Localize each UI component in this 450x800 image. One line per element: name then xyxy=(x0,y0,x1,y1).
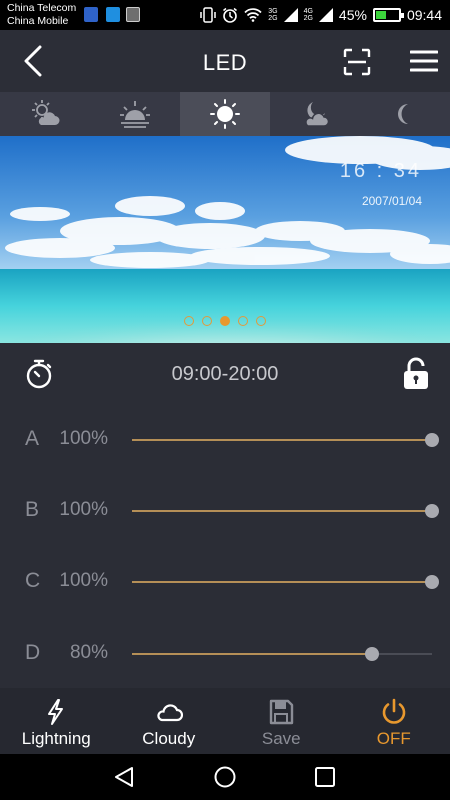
network-type-2-bottom: 2G xyxy=(303,15,313,22)
wifi-icon xyxy=(244,8,262,22)
cloudy-label: Cloudy xyxy=(142,729,196,748)
page-title: LED xyxy=(202,50,248,75)
home-circle-icon[interactable] xyxy=(213,765,237,789)
battery-percent: 45% xyxy=(338,7,367,23)
moon-icon xyxy=(398,104,408,124)
channel-d-row: D 80% xyxy=(0,634,450,674)
cloud-icon xyxy=(157,704,183,722)
signal-icon-1 xyxy=(283,8,298,22)
carrier-info: China Telecom China Mobile xyxy=(7,2,76,28)
schedule-row: 09:00-20:00 xyxy=(0,343,450,405)
app-bar: LED xyxy=(0,30,450,92)
power-icon xyxy=(382,698,405,724)
channel-c-value: 100% xyxy=(59,570,108,591)
page-indicator xyxy=(0,316,450,326)
status-clock: 09:44 xyxy=(406,7,442,23)
alarm-icon xyxy=(223,7,238,23)
channel-a-slider[interactable] xyxy=(132,433,439,447)
save-button[interactable]: Save xyxy=(225,688,338,754)
network-type-1-top: 3G xyxy=(268,8,278,15)
status-icons: 3G 2G 4G 2G 45% 09:44 xyxy=(200,0,442,30)
page-dot[interactable] xyxy=(184,316,194,326)
unlock-icon[interactable] xyxy=(402,357,430,391)
scene-image[interactable]: 16 : 34 2007/01/04 xyxy=(0,136,450,343)
page-dot[interactable] xyxy=(256,316,266,326)
lightning-button[interactable]: Lightning xyxy=(0,688,113,754)
signal-icon-2 xyxy=(318,8,333,22)
back-triangle-icon[interactable] xyxy=(112,765,136,789)
page-dot-active[interactable] xyxy=(220,316,230,326)
channel-b-label: B xyxy=(25,498,40,521)
save-label: Save xyxy=(261,729,301,748)
screen: China Telecom China Mobile 3G 2G 4G 2G 4… xyxy=(0,0,450,800)
notification-icon xyxy=(84,7,98,22)
tab-cloud-moon[interactable] xyxy=(270,92,360,136)
bottom-toolbar: Lightning Cloudy Save OFF xyxy=(0,688,450,754)
cloudy-sun-icon xyxy=(32,100,60,125)
cloud-moon-icon xyxy=(305,102,330,127)
scene-date: 2007/01/04 xyxy=(361,194,422,208)
system-nav-bar xyxy=(0,754,450,800)
channel-c-row: C 100% xyxy=(0,562,450,602)
page-dot[interactable] xyxy=(238,316,248,326)
channel-a-row: A 100% xyxy=(0,420,450,460)
channel-d-slider-thumb[interactable] xyxy=(365,647,379,661)
page-dot[interactable] xyxy=(202,316,212,326)
power-off-label: OFF xyxy=(376,729,411,748)
battery-icon xyxy=(372,8,404,22)
schedule-time-range[interactable]: 09:00-20:00 xyxy=(0,363,450,386)
channel-b-value: 100% xyxy=(59,499,108,520)
lightning-icon xyxy=(48,699,64,725)
scene-time: 16 : 34 xyxy=(339,160,422,182)
channel-c-slider-thumb[interactable] xyxy=(425,575,439,589)
scan-button[interactable] xyxy=(343,48,371,76)
channel-b-row: B 100% xyxy=(0,491,450,531)
channel-d-slider-fill xyxy=(132,653,372,655)
channel-c-slider-fill xyxy=(132,581,432,583)
network-type-2: 4G 2G xyxy=(304,8,313,22)
channel-a-label: A xyxy=(25,427,40,450)
channel-d-label: D xyxy=(25,641,41,664)
tab-sun[interactable] xyxy=(180,92,270,136)
tab-moon[interactable] xyxy=(360,92,450,136)
channel-b-slider-fill xyxy=(132,510,432,512)
carrier-2: China Mobile xyxy=(7,15,69,27)
channel-d-slider[interactable] xyxy=(132,647,432,661)
channel-c-slider[interactable] xyxy=(132,575,439,589)
bluetooth-notification-icon xyxy=(106,7,120,22)
carrier-1: China Telecom xyxy=(7,2,77,14)
tab-cloudy-sun[interactable] xyxy=(0,92,90,136)
network-type-1-bottom: 2G xyxy=(268,15,278,22)
lightning-label: Lightning xyxy=(21,729,91,748)
power-off-button[interactable]: OFF xyxy=(338,688,450,754)
channel-c-label: C xyxy=(25,569,41,592)
status-bar: China Telecom China Mobile 3G 2G 4G 2G 4… xyxy=(0,0,450,30)
tab-sunrise[interactable] xyxy=(90,92,180,136)
menu-button[interactable] xyxy=(410,49,438,73)
save-icon xyxy=(270,699,294,725)
channel-b-slider-thumb[interactable] xyxy=(425,504,439,518)
recents-square-icon[interactable] xyxy=(313,765,337,789)
sun-icon xyxy=(210,99,240,129)
channel-a-slider-fill xyxy=(132,439,432,441)
vibrate-icon xyxy=(200,7,216,23)
channel-d-value: 80% xyxy=(69,642,108,663)
network-type-1: 3G 2G xyxy=(268,8,277,22)
mode-tabs xyxy=(0,92,450,136)
image-notification-icon xyxy=(126,7,140,22)
sunrise-icon xyxy=(120,101,150,128)
channel-a-slider-thumb[interactable] xyxy=(425,433,439,447)
channel-a-value: 100% xyxy=(59,428,108,449)
battery-level xyxy=(375,11,386,19)
network-type-2-top: 4G xyxy=(303,8,313,15)
cloudy-button[interactable]: Cloudy xyxy=(113,688,226,754)
channel-b-slider[interactable] xyxy=(132,504,439,518)
